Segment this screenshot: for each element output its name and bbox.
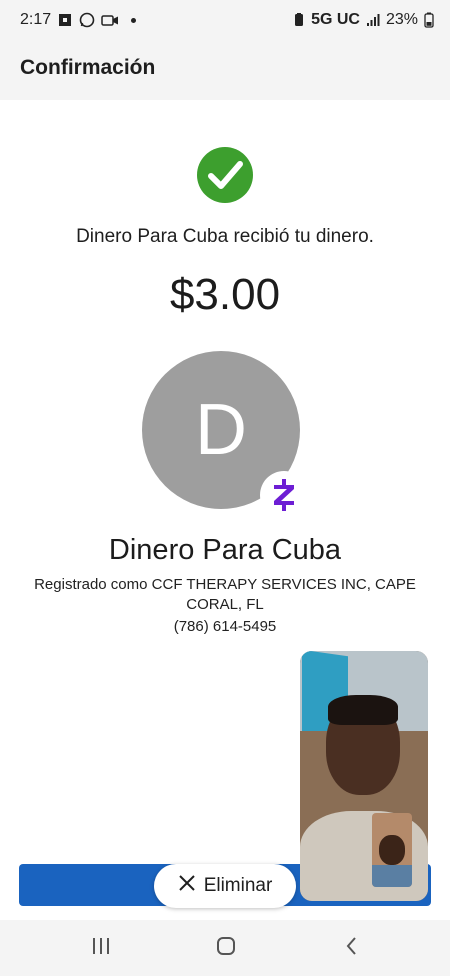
self-view-face: [379, 835, 405, 865]
self-view-thumbnail[interactable]: [372, 813, 412, 887]
chase-icon: [57, 12, 73, 28]
recipient-phone: (786) 614-5495: [173, 618, 277, 635]
zelle-icon: [260, 471, 308, 519]
remove-button[interactable]: Eliminar: [154, 864, 296, 908]
signal-icon: [366, 13, 380, 27]
whatsapp-icon: [79, 12, 95, 28]
status-left: 2:17: [20, 11, 137, 29]
amount: $3.00: [169, 270, 281, 319]
back-icon[interactable]: [344, 936, 360, 961]
check-circle-icon: [197, 147, 253, 203]
home-icon[interactable]: [216, 936, 236, 961]
recents-icon[interactable]: [91, 936, 111, 961]
status-time: 2:17: [20, 11, 52, 28]
remove-label: Eliminar: [203, 875, 273, 896]
self-view-body: [372, 865, 412, 887]
avatar-initial: D: [195, 390, 247, 470]
network-label: 5G UC: [311, 11, 360, 28]
video-person-hair: [328, 695, 398, 725]
system-nav-bar: [0, 920, 450, 976]
close-icon: [178, 874, 196, 898]
status-right: 5G UC 23%: [293, 11, 434, 29]
recipient-name: Dinero Para Cuba: [108, 534, 342, 566]
notification-dot: [131, 17, 137, 23]
status-bar: 2:17 5G UC 23%: [0, 0, 450, 42]
registered-as: Registrado como CCF THERAPY SERVICES INC…: [34, 576, 416, 613]
battery-percent: 23%: [385, 11, 418, 28]
battery-saver-icon: [293, 12, 305, 28]
app-header: Confirmación: [0, 42, 450, 100]
page-title: Confirmación: [20, 56, 156, 79]
battery-icon: [424, 12, 434, 28]
video-icon: [101, 12, 119, 28]
confirmation-message: Dinero Para Cuba recibió tu dinero.: [76, 226, 374, 247]
